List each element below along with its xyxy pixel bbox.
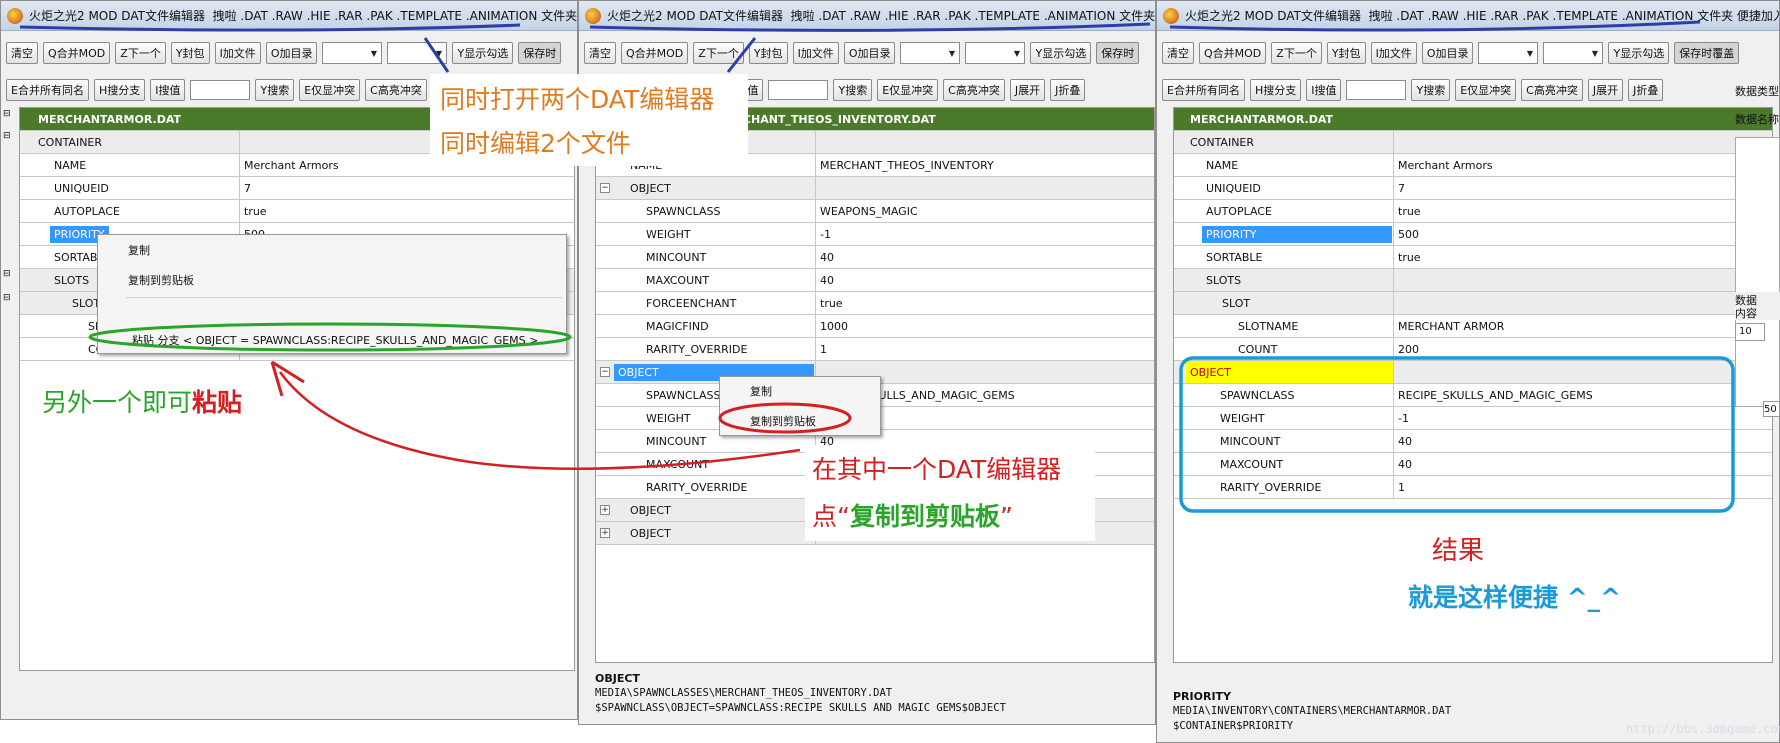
copy-highlight-ellipse (718, 402, 852, 434)
annotation-result: 结果 (1432, 536, 1485, 566)
watermark: http://bbs.3dmgame.com/ (1626, 722, 1780, 736)
annotation-copy-1: 在其中一个DAT编辑器 (812, 455, 1062, 484)
paste-highlight-ellipse (88, 322, 572, 352)
arrow-head (270, 360, 305, 397)
title-underline-3 (1169, 20, 1701, 32)
annotation-layer (19, 20, 1735, 513)
title-underline-2 (589, 22, 1151, 32)
annotation-edit-two: 同时编辑2个文件 (440, 129, 631, 158)
title-underline-1 (19, 23, 521, 32)
annotation-paste: 另外一个即可粘贴 (42, 388, 243, 417)
pointer-line-1 (423, 37, 450, 73)
pointer-line-2 (726, 37, 757, 73)
annotation-copy-2: 点“复制到剪贴板” (812, 502, 1013, 531)
annotation-open-two: 同时打开两个DAT编辑器 (440, 85, 715, 114)
result-highlight-box (1179, 356, 1735, 513)
annotation-result-sub: 就是这样便捷 ^_^ (1408, 583, 1622, 612)
